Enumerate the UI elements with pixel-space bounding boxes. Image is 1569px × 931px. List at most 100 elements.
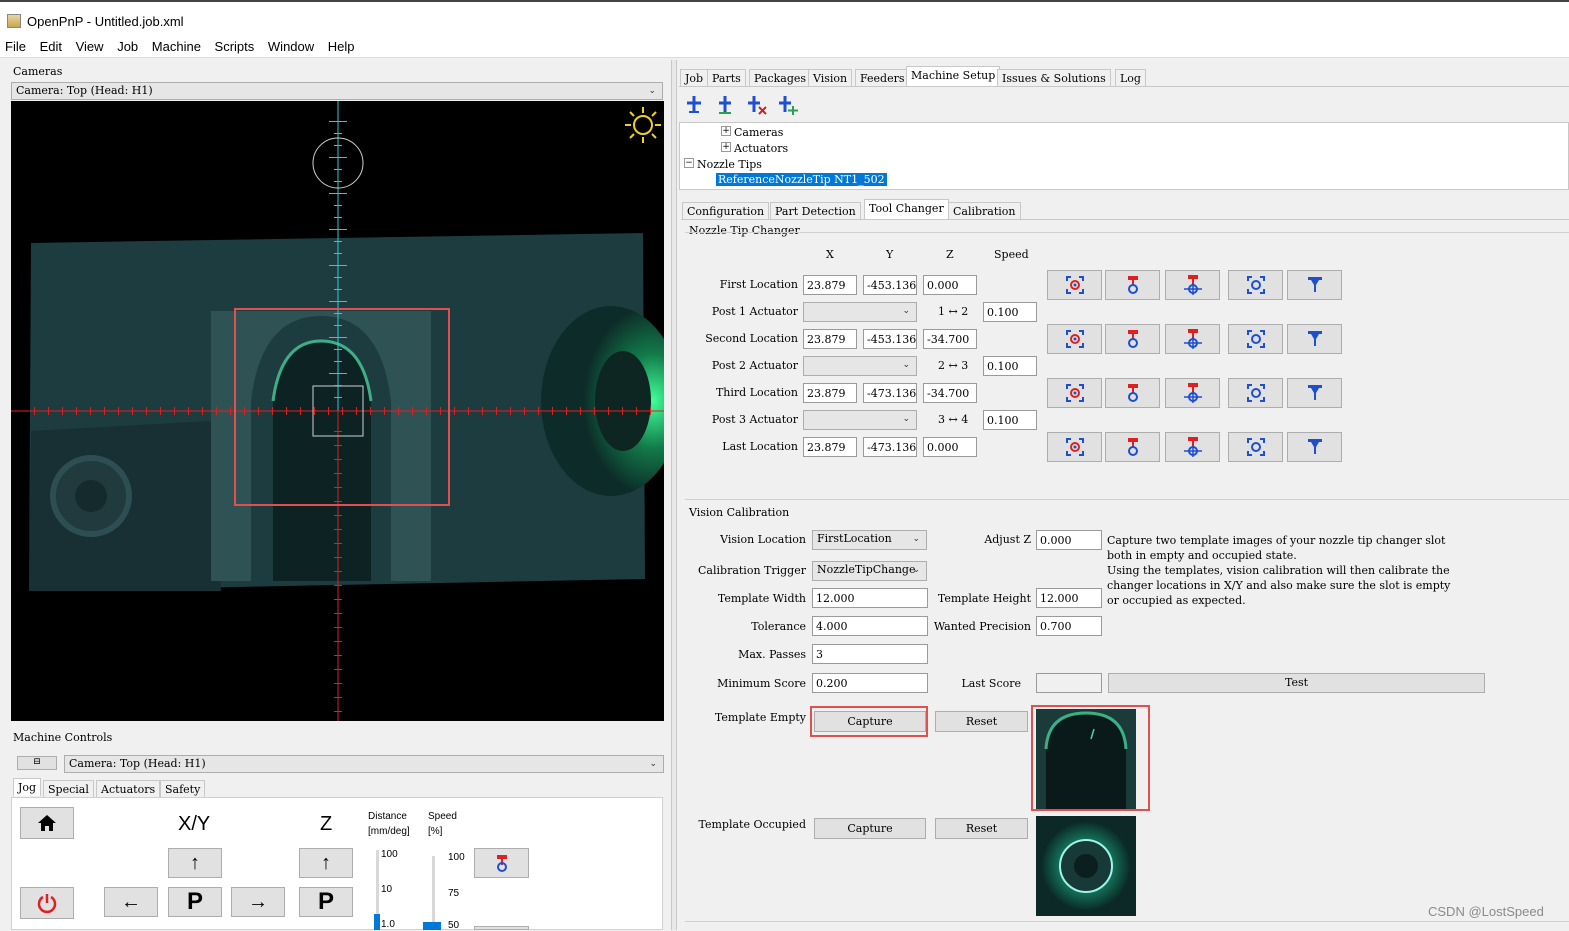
third-move-nozzle-button[interactable] <box>1165 378 1220 408</box>
last-position-nozzle-button[interactable] <box>1287 432 1342 462</box>
collapse-button[interactable]: ⊟ <box>17 756 57 770</box>
post2-actuator-select[interactable]: ⌄ <box>803 356 917 376</box>
last-move-nozzle-button[interactable] <box>1165 432 1220 462</box>
tree-item-selected[interactable]: ReferenceNozzleTip NT1_502 <box>716 173 887 186</box>
menu-file[interactable]: File <box>5 39 26 54</box>
add-nozzle-icon[interactable] <box>683 93 705 115</box>
tab-jog[interactable]: Jog <box>13 778 42 796</box>
jog-x-plus-button[interactable]: → <box>231 887 285 917</box>
post3-speed-input[interactable]: 0.100 <box>983 410 1037 430</box>
menu-job[interactable]: Job <box>117 39 138 54</box>
tree-item-actuators[interactable]: Actuators <box>734 142 788 155</box>
second-capture-nozzle-button[interactable] <box>1105 324 1160 354</box>
nozzle-down-icon[interactable] <box>714 93 736 115</box>
speed-slider-thumb[interactable] <box>423 922 441 930</box>
second-position-nozzle-button[interactable] <box>1287 324 1342 354</box>
tab-parts[interactable]: Parts <box>707 69 746 87</box>
tab-job[interactable]: Job <box>680 69 709 87</box>
third-x-input[interactable]: 23.879 <box>803 383 857 403</box>
second-x-input[interactable]: 23.879 <box>803 329 857 349</box>
tab-machine-setup[interactable]: Machine Setup <box>906 66 1001 87</box>
second-y-input[interactable]: -453.136 <box>863 329 917 349</box>
first-x-input[interactable]: 23.879 <box>803 275 857 295</box>
park-xy-button[interactable]: P <box>168 887 222 917</box>
last-capture-nozzle-button[interactable] <box>1105 432 1160 462</box>
first-capture-nozzle-button[interactable] <box>1105 270 1160 300</box>
second-z-input[interactable]: -34.700 <box>923 329 977 349</box>
first-move-camera-button[interactable] <box>1228 270 1283 300</box>
second-move-nozzle-button[interactable] <box>1165 324 1220 354</box>
nozzle-button[interactable] <box>474 848 529 878</box>
template-width-input[interactable]: 12.000 <box>812 588 928 608</box>
jog-y-plus-button[interactable]: ↑ <box>168 848 222 878</box>
third-z-input[interactable]: -34.700 <box>923 383 977 403</box>
first-y-input[interactable]: -453.136 <box>863 275 917 295</box>
tab-issues-solutions[interactable]: Issues & Solutions <box>997 69 1111 87</box>
expand-icon[interactable]: + <box>721 126 731 136</box>
menu-edit[interactable]: Edit <box>40 39 62 54</box>
jog-z-plus-button[interactable]: ↑ <box>299 848 353 878</box>
nozzle-button-2[interactable] <box>474 926 529 930</box>
post1-actuator-select[interactable]: ⌄ <box>803 302 917 322</box>
tab-part-detection[interactable]: Part Detection <box>770 202 861 220</box>
third-y-input[interactable]: -473.136 <box>863 383 917 403</box>
template-height-input[interactable]: 12.000 <box>1036 588 1102 608</box>
second-move-camera-button[interactable] <box>1228 324 1283 354</box>
menu-machine[interactable]: Machine <box>152 39 201 54</box>
minimum-score-input[interactable]: 0.200 <box>812 673 928 693</box>
expand-icon[interactable]: + <box>721 142 731 152</box>
third-move-camera-button[interactable] <box>1228 378 1283 408</box>
camera-select[interactable]: Camera: Top (Head: H1) ⌄ <box>11 82 663 100</box>
post3-actuator-select[interactable]: ⌄ <box>803 410 917 430</box>
last-move-camera-button[interactable] <box>1228 432 1283 462</box>
wanted-precision-input[interactable]: 0.700 <box>1036 616 1102 636</box>
tab-feeders[interactable]: Feeders <box>855 69 910 87</box>
menu-window[interactable]: Window <box>268 39 314 54</box>
last-z-input[interactable]: 0.000 <box>923 437 977 457</box>
menu-help[interactable]: Help <box>328 39 355 54</box>
first-z-input[interactable]: 0.000 <box>923 275 977 295</box>
third-capture-location-button[interactable] <box>1047 378 1102 408</box>
home-button[interactable] <box>20 807 74 839</box>
calibration-trigger-select[interactable]: NozzleTipChange ⌄ <box>812 561 927 581</box>
collapse-icon[interactable]: − <box>684 158 694 168</box>
capture-occupied-button[interactable]: Capture <box>814 818 926 839</box>
reset-occupied-button[interactable]: Reset <box>935 818 1028 839</box>
first-capture-location-button[interactable] <box>1047 270 1102 300</box>
tab-log[interactable]: Log <box>1115 69 1146 87</box>
split-divider[interactable] <box>671 60 677 930</box>
vision-location-select[interactable]: FirstLocation ⌄ <box>812 530 927 550</box>
camera-view[interactable] <box>11 101 664 721</box>
last-y-input[interactable]: -473.136 <box>863 437 917 457</box>
first-move-nozzle-button[interactable] <box>1165 270 1220 300</box>
reset-empty-button[interactable]: Reset <box>935 711 1028 732</box>
adjust-z-input[interactable]: 0.000 <box>1036 530 1102 550</box>
tab-safety[interactable]: Safety <box>160 780 206 798</box>
tab-special[interactable]: Special <box>43 780 94 798</box>
tab-packages[interactable]: Packages <box>749 69 812 87</box>
jog-x-minus-button[interactable]: ← <box>104 887 158 917</box>
post2-speed-input[interactable]: 0.100 <box>983 356 1037 376</box>
third-position-nozzle-button[interactable] <box>1287 378 1342 408</box>
first-position-nozzle-button[interactable] <box>1287 270 1342 300</box>
menu-view[interactable]: View <box>76 39 104 54</box>
tab-actuators[interactable]: Actuators <box>96 780 161 798</box>
last-x-input[interactable]: 23.879 <box>803 437 857 457</box>
power-button[interactable] <box>20 887 74 919</box>
third-capture-nozzle-button[interactable] <box>1105 378 1160 408</box>
last-capture-location-button[interactable] <box>1047 432 1102 462</box>
tree-item-cameras[interactable]: Cameras <box>734 126 783 139</box>
brightness-icon[interactable] <box>623 105 663 145</box>
park-z-button[interactable]: P <box>299 887 353 917</box>
test-button[interactable]: Test <box>1108 673 1485 693</box>
menu-scripts[interactable]: Scripts <box>215 39 255 54</box>
distance-slider-thumb[interactable] <box>374 914 380 930</box>
delete-nozzle-icon[interactable] <box>744 93 768 115</box>
tab-vision[interactable]: Vision <box>808 69 853 87</box>
second-capture-location-button[interactable] <box>1047 324 1102 354</box>
tree-item-nozzle-tips[interactable]: Nozzle Tips <box>697 158 762 171</box>
new-nozzle-icon[interactable] <box>775 93 799 115</box>
tab-calibration[interactable]: Calibration <box>948 202 1021 220</box>
tab-configuration[interactable]: Configuration <box>682 202 770 220</box>
machine-camera-select[interactable]: Camera: Top (Head: H1) ⌄ <box>64 755 664 773</box>
